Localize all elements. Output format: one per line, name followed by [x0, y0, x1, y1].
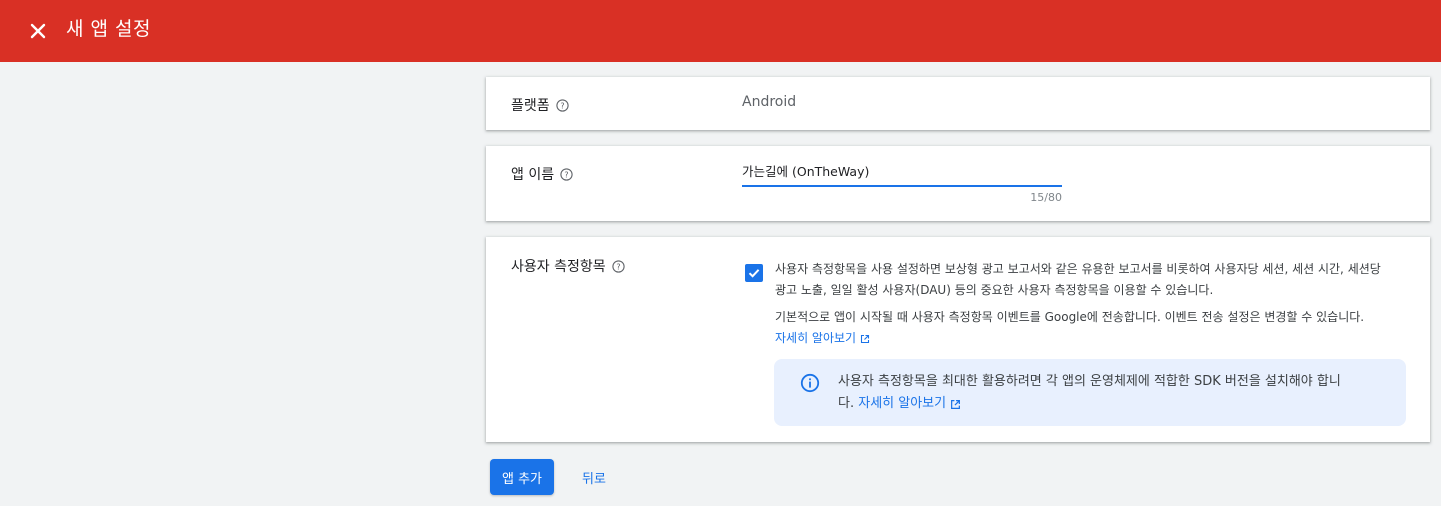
check-icon — [748, 269, 760, 278]
close-button[interactable] — [26, 19, 50, 43]
app-name-card: 앱 이름 ? 15/80 — [486, 146, 1430, 221]
sdk-info-text-block: 사용자 측정항목을 최대한 활용하려면 각 앱의 운영체제에 적합한 SDK 버… — [838, 371, 1348, 415]
default-note-block: 기본적으로 앱이 시작될 때 사용자 측정항목 이벤트를 Google에 전송합… — [775, 307, 1395, 349]
user-metrics-label: 사용자 측정항목 — [511, 259, 606, 275]
app-name-label: 앱 이름 — [511, 167, 555, 183]
info-icon — [800, 373, 820, 393]
sdk-info-box: 사용자 측정항목을 최대한 활용하려면 각 앱의 운영체제에 적합한 SDK 버… — [774, 359, 1406, 426]
platform-card: 플랫폼 ? Android — [486, 77, 1430, 130]
help-icon[interactable]: ? — [611, 259, 625, 273]
platform-label: 플랫폼 — [511, 98, 550, 114]
learn-more-link[interactable]: 자세히 알아보기 — [775, 328, 870, 349]
svg-text:?: ? — [564, 170, 568, 179]
default-note: 기본적으로 앱이 시작될 때 사용자 측정항목 이벤트를 Google에 전송합… — [775, 310, 1365, 324]
add-app-button[interactable]: 앱 추가 — [490, 459, 554, 495]
info-learn-more-link[interactable]: 자세히 알아보기 — [858, 393, 961, 415]
back-button[interactable]: 뒤로 — [568, 459, 620, 495]
user-metrics-card: 사용자 측정항목 ? 사용자 측정항목을 사용 설정하면 보상형 광고 보고서와… — [486, 237, 1430, 442]
page-title: 새 앱 설정 — [66, 18, 151, 40]
user-metrics-checkbox[interactable] — [745, 264, 763, 282]
app-name-row: 앱 이름 ? — [511, 164, 573, 184]
app-name-input[interactable] — [742, 160, 1062, 187]
info-learn-more-label: 자세히 알아보기 — [858, 396, 947, 411]
platform-row: 플랫폼 ? — [511, 95, 569, 115]
user-metrics-row: 사용자 측정항목 ? — [511, 256, 625, 276]
character-counter: 15/80 — [1030, 191, 1062, 204]
close-icon — [30, 23, 46, 39]
help-icon[interactable]: ? — [555, 98, 569, 112]
svg-text:?: ? — [560, 101, 564, 110]
user-metrics-description: 사용자 측정항목을 사용 설정하면 보상형 광고 보고서와 같은 유용한 보고서… — [775, 262, 1381, 297]
platform-value: Android — [742, 94, 797, 110]
help-icon[interactable]: ? — [560, 167, 573, 181]
external-link-icon — [951, 399, 961, 409]
svg-text:?: ? — [616, 262, 620, 271]
learn-more-label: 자세히 알아보기 — [775, 331, 857, 345]
top-app-bar: 새 앱 설정 — [0, 0, 1441, 62]
external-link-icon — [861, 334, 870, 343]
